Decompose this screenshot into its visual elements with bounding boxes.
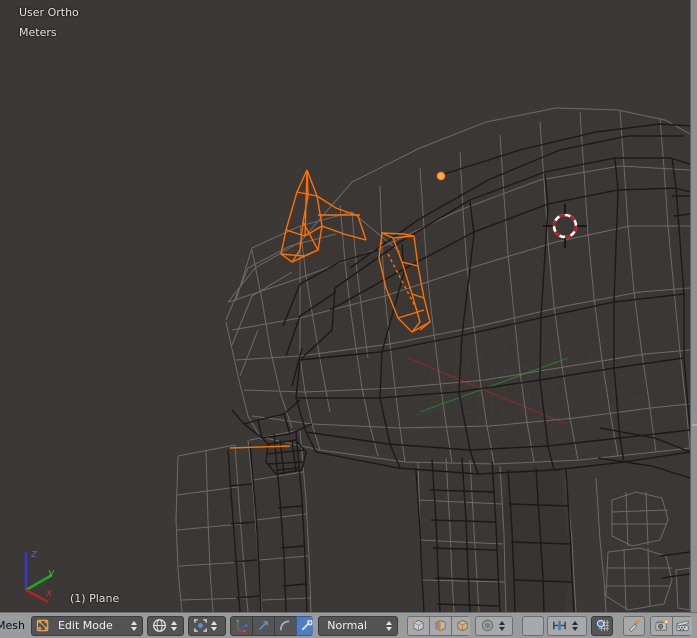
viewport-object-info: (1) Plane — [70, 592, 120, 605]
snap-target-dropdown[interactable] — [547, 615, 588, 636]
snap-closest-icon — [548, 618, 568, 633]
transform-orientation-dropdown[interactable]: Normal — [318, 615, 399, 636]
bounding-box-shading-button[interactable] — [407, 615, 430, 636]
orientation-chevrons[interactable] — [167, 617, 182, 635]
render-buttons-group[interactable] — [650, 615, 692, 636]
3d-viewport[interactable]: .bf { fill:none; stroke:#6e6a67; stroke-… — [0, 0, 690, 612]
gizmo-z-label: z — [31, 547, 37, 560]
globe-icon — [148, 618, 167, 633]
pivot-dropdown[interactable] — [187, 615, 226, 636]
gizmo-x-label: x — [46, 586, 53, 599]
snap-magnet-button[interactable] — [522, 615, 545, 636]
menu-mesh[interactable]: Mesh — [0, 619, 25, 632]
viewport-units-label: Meters — [19, 26, 57, 39]
pivot-chevrons[interactable] — [208, 617, 223, 635]
active-vertex-dot — [436, 171, 446, 181]
mesh-vertex-icon — [32, 618, 54, 633]
scale-manipulator-button[interactable] — [295, 615, 314, 636]
rotate-manipulator-button[interactable] — [251, 615, 274, 636]
gizmo-y-label: y — [48, 566, 55, 579]
transform-orientation-chevrons[interactable] — [382, 617, 397, 635]
textured-shading-button[interactable] — [451, 615, 471, 636]
viewport-view-name: User Ortho — [19, 6, 79, 19]
occlude-chevrons[interactable] — [495, 617, 510, 635]
viewport-header-bar[interactable]: Mesh Edit Mode — [0, 612, 697, 638]
transform-orientation-label: Normal — [327, 618, 368, 632]
occlude-geometry-icon — [476, 618, 495, 633]
translate-manipulator-button[interactable] — [229, 615, 252, 636]
occlude-geometry-dropdown[interactable] — [475, 615, 514, 636]
viewport-vertical-scrollbar[interactable] — [690, 0, 697, 612]
render-animation-button[interactable] — [672, 615, 692, 636]
scrollbar-thumb[interactable] — [692, 424, 697, 426]
snap-target-chevrons[interactable] — [568, 617, 583, 635]
render-image-button[interactable] — [650, 615, 673, 636]
shading-mode-group[interactable] — [407, 615, 471, 636]
mode-dropdown-label: Edit Mode — [57, 618, 113, 632]
auto-keyframe-button[interactable] — [623, 615, 646, 636]
proportional-edit-button[interactable] — [591, 615, 614, 636]
solid-shading-button[interactable] — [429, 615, 452, 636]
orientation-dropdown[interactable] — [147, 615, 184, 636]
mesh-wireframe-canvas: .bf { fill:none; stroke:#6e6a67; stroke-… — [24, 107, 690, 612]
pivot-bounding-box-icon — [189, 618, 208, 633]
curve-manipulator-button[interactable] — [273, 615, 296, 636]
manipulator-group[interactable] — [229, 615, 314, 636]
mode-dropdown-chevrons[interactable] — [127, 617, 142, 635]
mode-dropdown[interactable]: Edit Mode — [30, 615, 144, 636]
